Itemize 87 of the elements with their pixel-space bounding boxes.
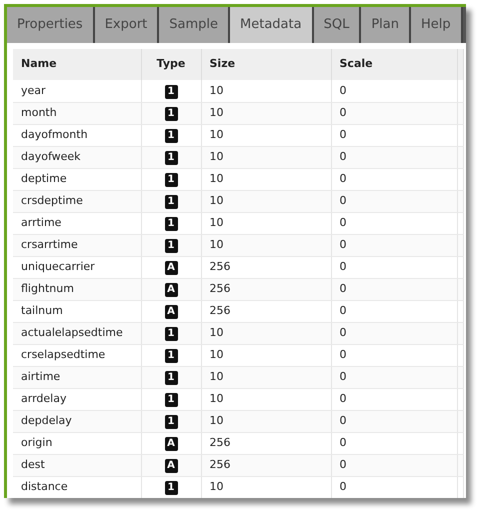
type-icon: 1 — [164, 370, 178, 385]
column-header[interactable]: Scale — [331, 49, 457, 80]
type-icon: A — [164, 458, 178, 473]
type-icon: 1 — [164, 326, 178, 341]
table-cell: 0 — [331, 410, 457, 432]
table-cell: 0 — [331, 432, 457, 454]
table-cell: 256 — [201, 454, 331, 476]
table-cell: 10 — [201, 476, 331, 498]
table-cell: depdelay — [13, 410, 141, 432]
table-cell: crsdeptime — [13, 190, 141, 212]
table-cell: 0 — [331, 278, 457, 300]
table-cell: 0 — [331, 146, 457, 168]
table-cell: 10 — [201, 124, 331, 146]
table-cell: 0 — [331, 212, 457, 234]
table-cell: deptime — [13, 168, 141, 190]
type-icon: 1 — [164, 106, 178, 121]
table-cell: 0 — [331, 124, 457, 146]
table-cell: dayofweek — [13, 146, 141, 168]
type-icon: 1 — [164, 238, 178, 253]
table-cell: 256 — [201, 278, 331, 300]
column-header[interactable]: Name — [13, 49, 141, 80]
type-icon: A — [164, 436, 178, 451]
type-icon: 1 — [164, 414, 178, 429]
table-cell: tailnum — [13, 300, 141, 322]
table-cell: 256 — [201, 256, 331, 278]
tab[interactable]: SQL — [314, 7, 362, 43]
type-icon: 1 — [164, 128, 178, 143]
table-cell: origin — [13, 432, 141, 454]
tab[interactable]: Properties — [7, 7, 95, 43]
type-icon: 1 — [164, 348, 178, 363]
table-cell: 0 — [331, 454, 457, 476]
table-cell: 10 — [201, 146, 331, 168]
table-cell: 10 — [201, 190, 331, 212]
table-cell: 0 — [331, 366, 457, 388]
table-cell: 256 — [201, 432, 331, 454]
table-cell: 0 — [331, 80, 457, 102]
type-icon: 1 — [164, 172, 178, 187]
table-cell: crsarrtime — [13, 234, 141, 256]
type-icon: A — [164, 304, 178, 319]
table-cell: year — [13, 80, 141, 102]
table-cell: 0 — [331, 256, 457, 278]
table-cell: 0 — [331, 300, 457, 322]
column-header[interactable]: Type — [141, 49, 201, 80]
table-cell: 0 — [331, 344, 457, 366]
tab[interactable]: Metadata — [230, 7, 314, 43]
table-cell: 0 — [331, 322, 457, 344]
table-cell: airtime — [13, 366, 141, 388]
table-cell: 0 — [331, 190, 457, 212]
table-cell: distance — [13, 476, 141, 498]
table-cell: 10 — [201, 322, 331, 344]
table-cell: flightnum — [13, 278, 141, 300]
table-cell: uniquecarrier — [13, 256, 141, 278]
table-cell: 10 — [201, 102, 331, 124]
table-cell: 10 — [201, 168, 331, 190]
table-cell: actualelapsedtime — [13, 322, 141, 344]
table-cell: 256 — [201, 300, 331, 322]
type-icon: 1 — [164, 480, 178, 495]
table-cell: crselapsedtime — [13, 344, 141, 366]
type-icon: 1 — [164, 84, 178, 98]
tab[interactable]: Export — [94, 7, 160, 43]
table-cell: 0 — [331, 476, 457, 498]
type-icon: A — [164, 260, 178, 275]
table-cell: dest — [13, 454, 141, 476]
table-cell: dayofmonth — [13, 124, 141, 146]
tab[interactable]: Plan — [361, 7, 411, 43]
table-cell: arrdelay — [13, 388, 141, 410]
tab[interactable]: Help — [410, 7, 463, 43]
table-cell: 10 — [201, 234, 331, 256]
table-cell: 0 — [331, 234, 457, 256]
table-cell: 10 — [201, 388, 331, 410]
tab[interactable]: Sample — [159, 7, 230, 43]
type-icon: 1 — [164, 194, 178, 209]
type-icon: A — [164, 282, 178, 297]
table-cell: 10 — [201, 410, 331, 432]
column-header[interactable]: Size — [201, 49, 331, 80]
type-icon: 1 — [164, 392, 178, 407]
table-cell: 0 — [331, 168, 457, 190]
table-cell: 10 — [201, 212, 331, 234]
table-cell: arrtime — [13, 212, 141, 234]
type-icon: 1 — [164, 216, 178, 231]
table-cell: 10 — [201, 366, 331, 388]
table-cell: 10 — [201, 344, 331, 366]
table-cell: 0 — [331, 102, 457, 124]
table-cell: month — [13, 102, 141, 124]
type-icon: 1 — [164, 150, 178, 165]
table-cell: 0 — [331, 388, 457, 410]
table-cell: 10 — [201, 80, 331, 102]
